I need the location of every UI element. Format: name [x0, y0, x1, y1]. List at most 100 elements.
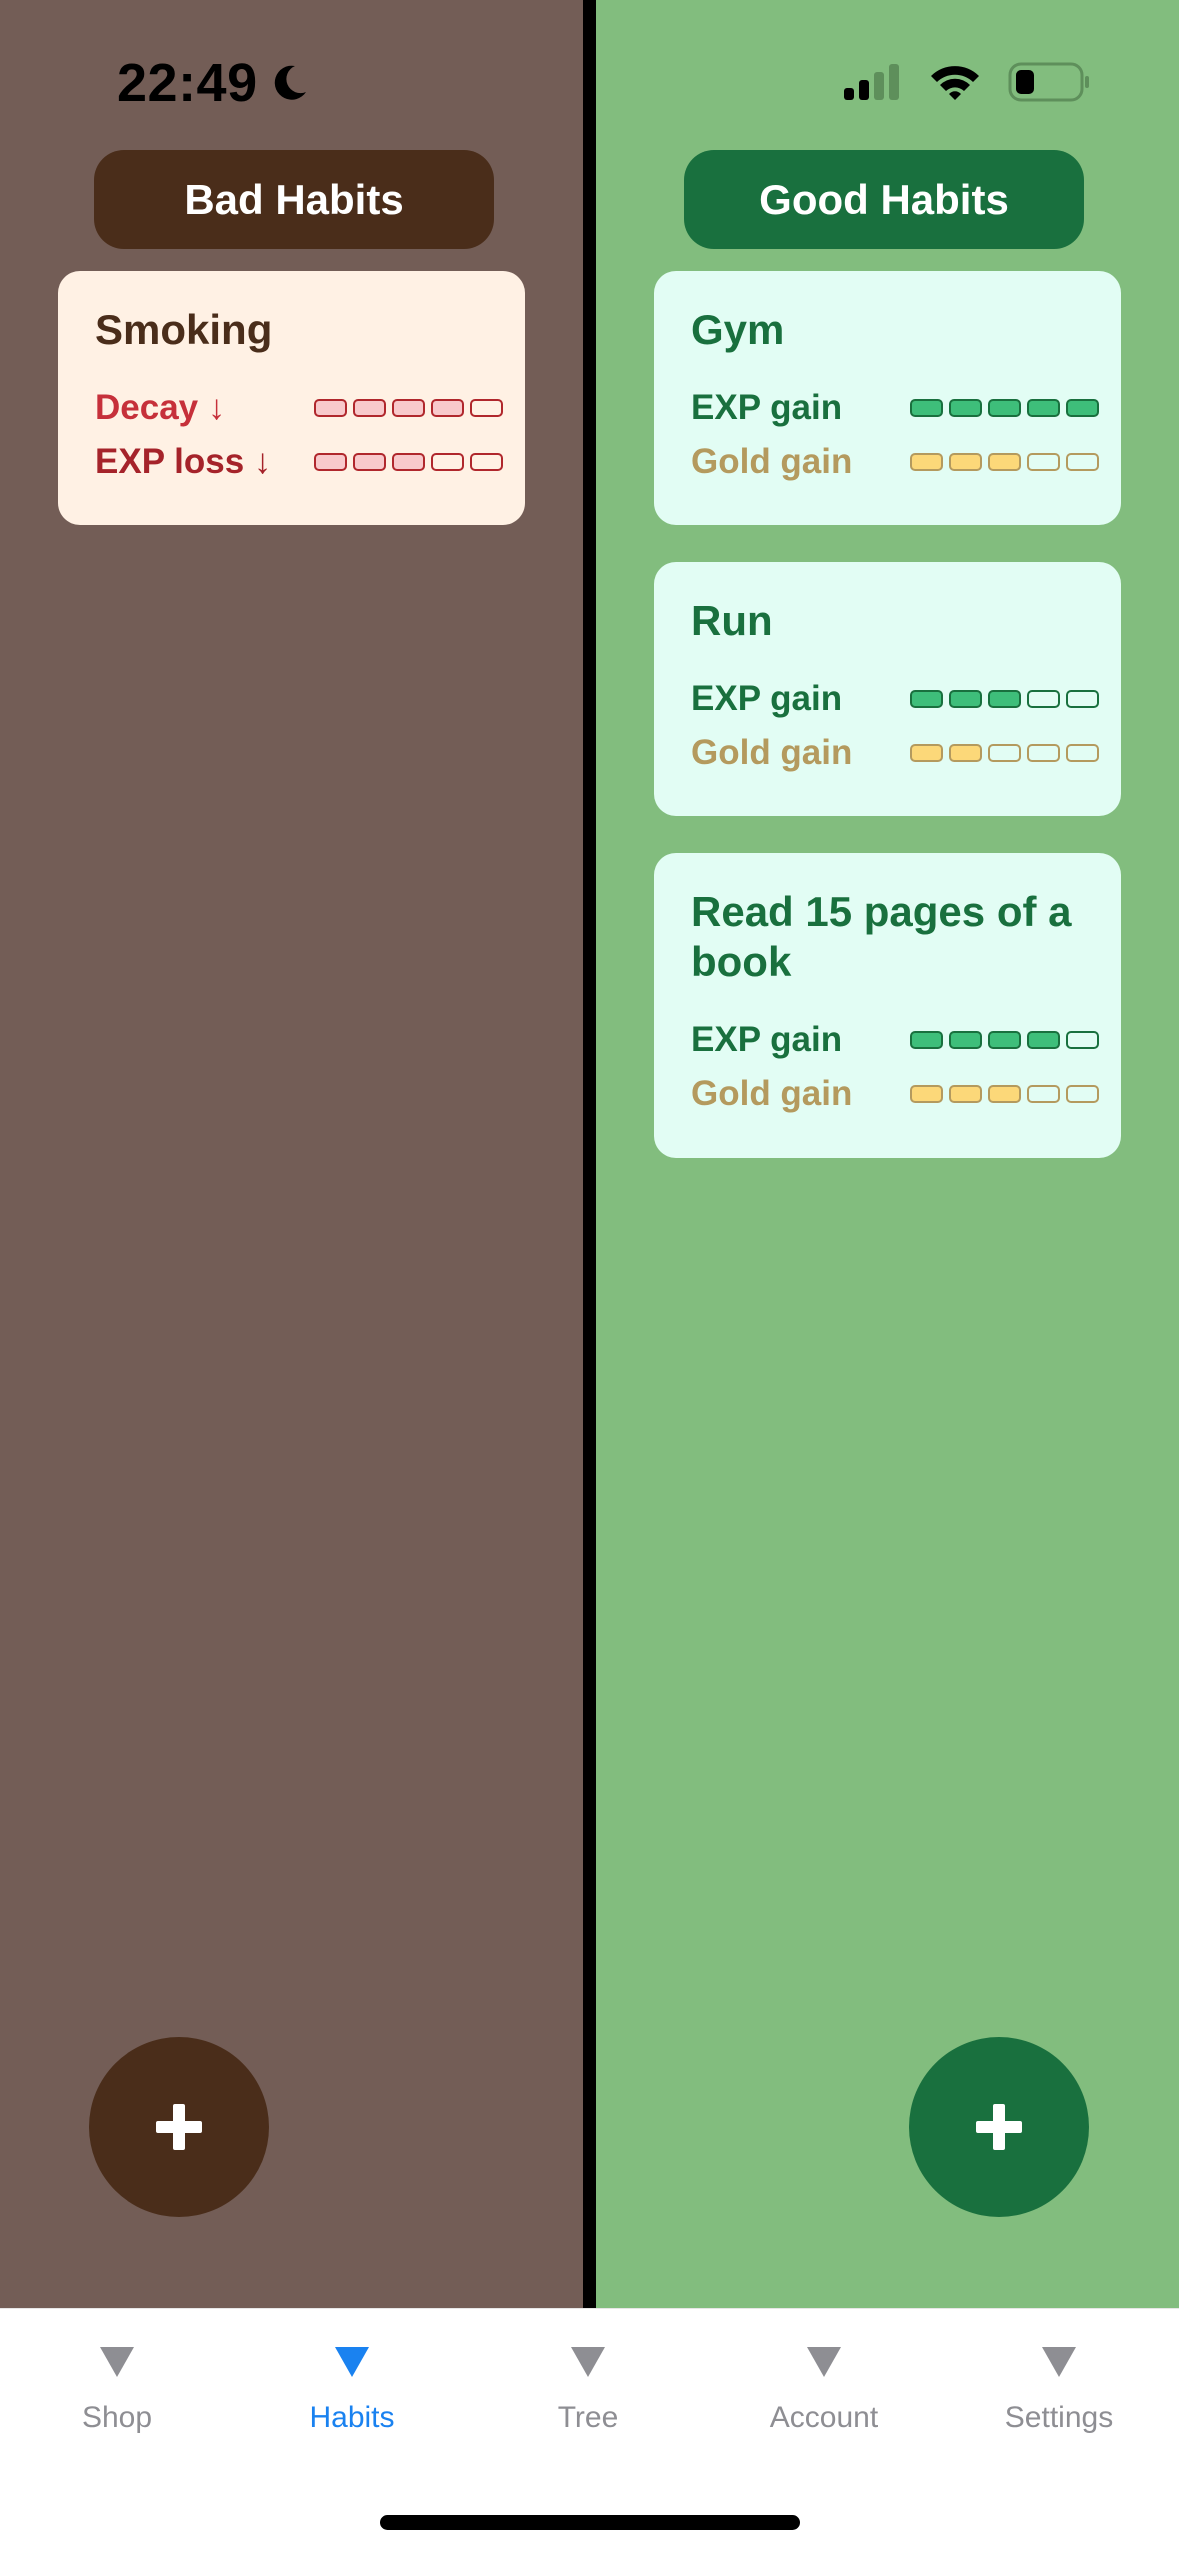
gold-gain-meter	[910, 744, 1099, 762]
triangle-down-icon	[571, 2347, 605, 2377]
good-habits-header: Good Habits	[684, 150, 1084, 249]
habit-card-read[interactable]: Read 15 pages of a book EXP gain Gold ga…	[654, 853, 1121, 1158]
triangle-down-icon	[100, 2347, 134, 2377]
status-bar-icons	[842, 62, 1090, 102]
meter-segment	[314, 399, 347, 417]
habit-title: Gym	[691, 306, 785, 353]
meter-segment	[314, 453, 347, 471]
meter-segment	[431, 399, 464, 417]
exp-gain-meter	[910, 1031, 1099, 1049]
tab-label: Account	[769, 2401, 879, 2434]
exp-gain-meter	[910, 690, 1099, 708]
meter-segment	[988, 399, 1021, 417]
tab-label: Shop	[81, 2401, 153, 2434]
habit-card-run[interactable]: Run EXP gain Gold gain	[654, 562, 1121, 816]
meter-segment	[392, 453, 425, 471]
meter-segment	[1027, 744, 1060, 762]
meter-segment	[910, 1031, 943, 1049]
stat-label: Gold gain	[691, 733, 853, 772]
meter-segment	[353, 399, 386, 417]
tab-label: Habits	[309, 2401, 395, 2434]
stat-row-gold-gain: Gold gain	[691, 435, 1099, 489]
meter-segment	[1066, 1031, 1099, 1049]
stat-label: EXP gain	[691, 1020, 843, 1059]
meter-segment	[353, 453, 386, 471]
meter-segment	[910, 453, 943, 471]
habit-title: Smoking	[95, 306, 273, 353]
stat-label: Gold gain	[691, 442, 853, 481]
plus-icon	[156, 2104, 202, 2150]
cellular-signal-icon	[844, 64, 899, 100]
stat-row-exp-gain: EXP gain	[691, 381, 1099, 435]
habit-card-gym[interactable]: Gym EXP gain Gold gain	[654, 271, 1121, 525]
stat-label: Decay ↓	[95, 388, 226, 427]
column-divider	[583, 0, 596, 2308]
meter-segment	[392, 399, 425, 417]
meter-segment	[910, 690, 943, 708]
meter-segment	[431, 453, 464, 471]
meter-segment	[1066, 690, 1099, 708]
home-indicator	[380, 2515, 800, 2530]
exp-loss-meter	[314, 453, 503, 471]
meter-segment	[949, 453, 982, 471]
stat-label: EXP loss ↓	[95, 442, 272, 481]
status-bar-time: 22:49	[117, 52, 310, 114]
meter-segment	[949, 1085, 982, 1103]
status-time-text: 22:49	[117, 53, 258, 113]
meter-segment	[988, 453, 1021, 471]
add-good-habit-button[interactable]	[909, 2037, 1089, 2217]
gold-gain-meter	[910, 1085, 1099, 1103]
stat-row-gold-gain: Gold gain	[691, 1067, 1099, 1121]
tab-habits[interactable]: Habits	[252, 2345, 452, 2435]
tab-account[interactable]: Account	[724, 2345, 924, 2435]
tab-tree[interactable]: Tree	[488, 2345, 688, 2435]
add-bad-habit-button[interactable]	[89, 2037, 269, 2217]
meter-segment	[949, 399, 982, 417]
meter-segment	[1027, 1031, 1060, 1049]
stat-label: EXP gain	[691, 679, 843, 718]
tab-settings[interactable]: Settings	[959, 2345, 1159, 2435]
wifi-icon	[931, 66, 979, 100]
triangle-down-icon	[335, 2347, 369, 2377]
meter-segment	[949, 1031, 982, 1049]
meter-segment	[988, 690, 1021, 708]
meter-segment	[1027, 1085, 1060, 1103]
habit-title: Read 15 pages of a book	[691, 888, 1072, 985]
meter-segment	[949, 744, 982, 762]
meter-segment	[910, 744, 943, 762]
stat-label: EXP gain	[691, 388, 843, 427]
meter-segment	[988, 1031, 1021, 1049]
battery-icon	[1008, 62, 1089, 102]
stat-row-exp-loss: EXP loss ↓	[95, 435, 503, 489]
meter-segment	[470, 453, 503, 471]
triangle-down-icon	[1042, 2347, 1076, 2377]
meter-segment	[1066, 453, 1099, 471]
decay-meter	[314, 399, 503, 417]
triangle-down-icon	[807, 2347, 841, 2377]
bad-habits-header: Bad Habits	[94, 150, 494, 249]
meter-segment	[910, 399, 943, 417]
meter-segment	[1027, 399, 1060, 417]
tab-label: Settings	[1004, 2401, 1114, 2434]
stat-row-gold-gain: Gold gain	[691, 726, 1099, 780]
exp-gain-meter	[910, 399, 1099, 417]
stat-row-exp-gain: EXP gain	[691, 672, 1099, 726]
tab-label: Tree	[557, 2401, 619, 2434]
stat-row-exp-gain: EXP gain	[691, 1013, 1099, 1067]
meter-segment	[1027, 453, 1060, 471]
meter-segment	[1066, 744, 1099, 762]
meter-segment	[949, 690, 982, 708]
habit-title: Run	[691, 597, 773, 644]
habit-card-smoking[interactable]: Smoking Decay ↓ EXP loss ↓	[58, 271, 525, 525]
meter-segment	[470, 399, 503, 417]
meter-segment	[988, 1085, 1021, 1103]
meter-segment	[988, 744, 1021, 762]
plus-icon	[976, 2104, 1022, 2150]
tab-shop[interactable]: Shop	[17, 2345, 217, 2435]
meter-segment	[1066, 1085, 1099, 1103]
gold-gain-meter	[910, 453, 1099, 471]
moon-icon	[274, 65, 306, 100]
stat-label: Gold gain	[691, 1074, 853, 1113]
meter-segment	[1066, 399, 1099, 417]
stat-row-decay: Decay ↓	[95, 381, 503, 435]
